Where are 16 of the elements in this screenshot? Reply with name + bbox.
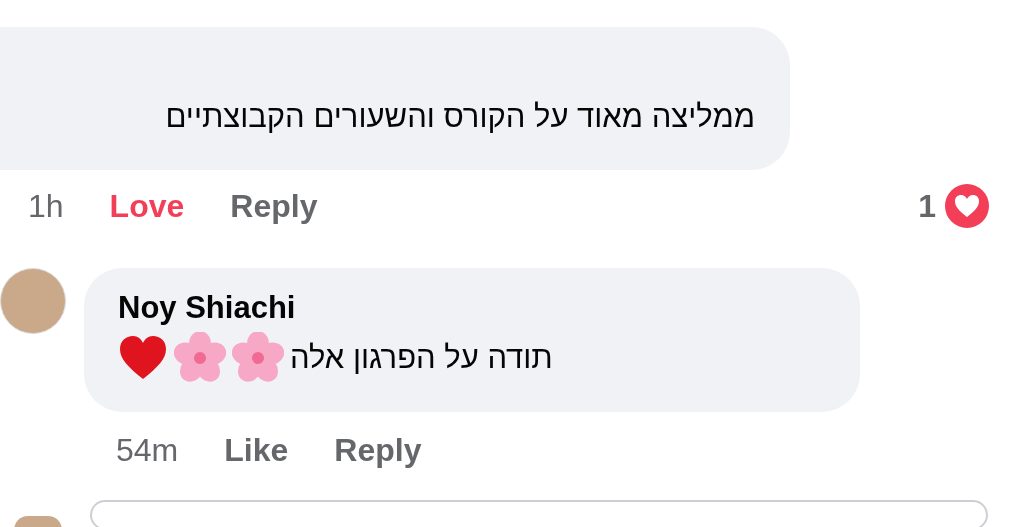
comment-text: תודה על הפרגון אלה [290, 340, 553, 376]
timestamp: 1h [28, 187, 64, 225]
reaction-link[interactable]: Like [224, 431, 289, 469]
reaction-link[interactable]: Love [109, 187, 185, 225]
flower-icon [232, 332, 284, 384]
timestamp: 54m [116, 431, 179, 469]
comment-text: ממליצה מאוד על הקורס והשעורים הקבוצתיים [165, 99, 755, 135]
author-name[interactable]: Noy Shiachi [118, 290, 296, 326]
comment-input-field[interactable] [90, 500, 988, 527]
love-reaction-icon [944, 183, 990, 229]
reaction-count: 1 [918, 187, 936, 225]
avatar [14, 516, 62, 527]
reply-link[interactable]: Reply [230, 187, 318, 225]
flower-icon [174, 332, 226, 384]
reply-link[interactable]: Reply [334, 431, 422, 469]
heart-icon [118, 335, 168, 381]
